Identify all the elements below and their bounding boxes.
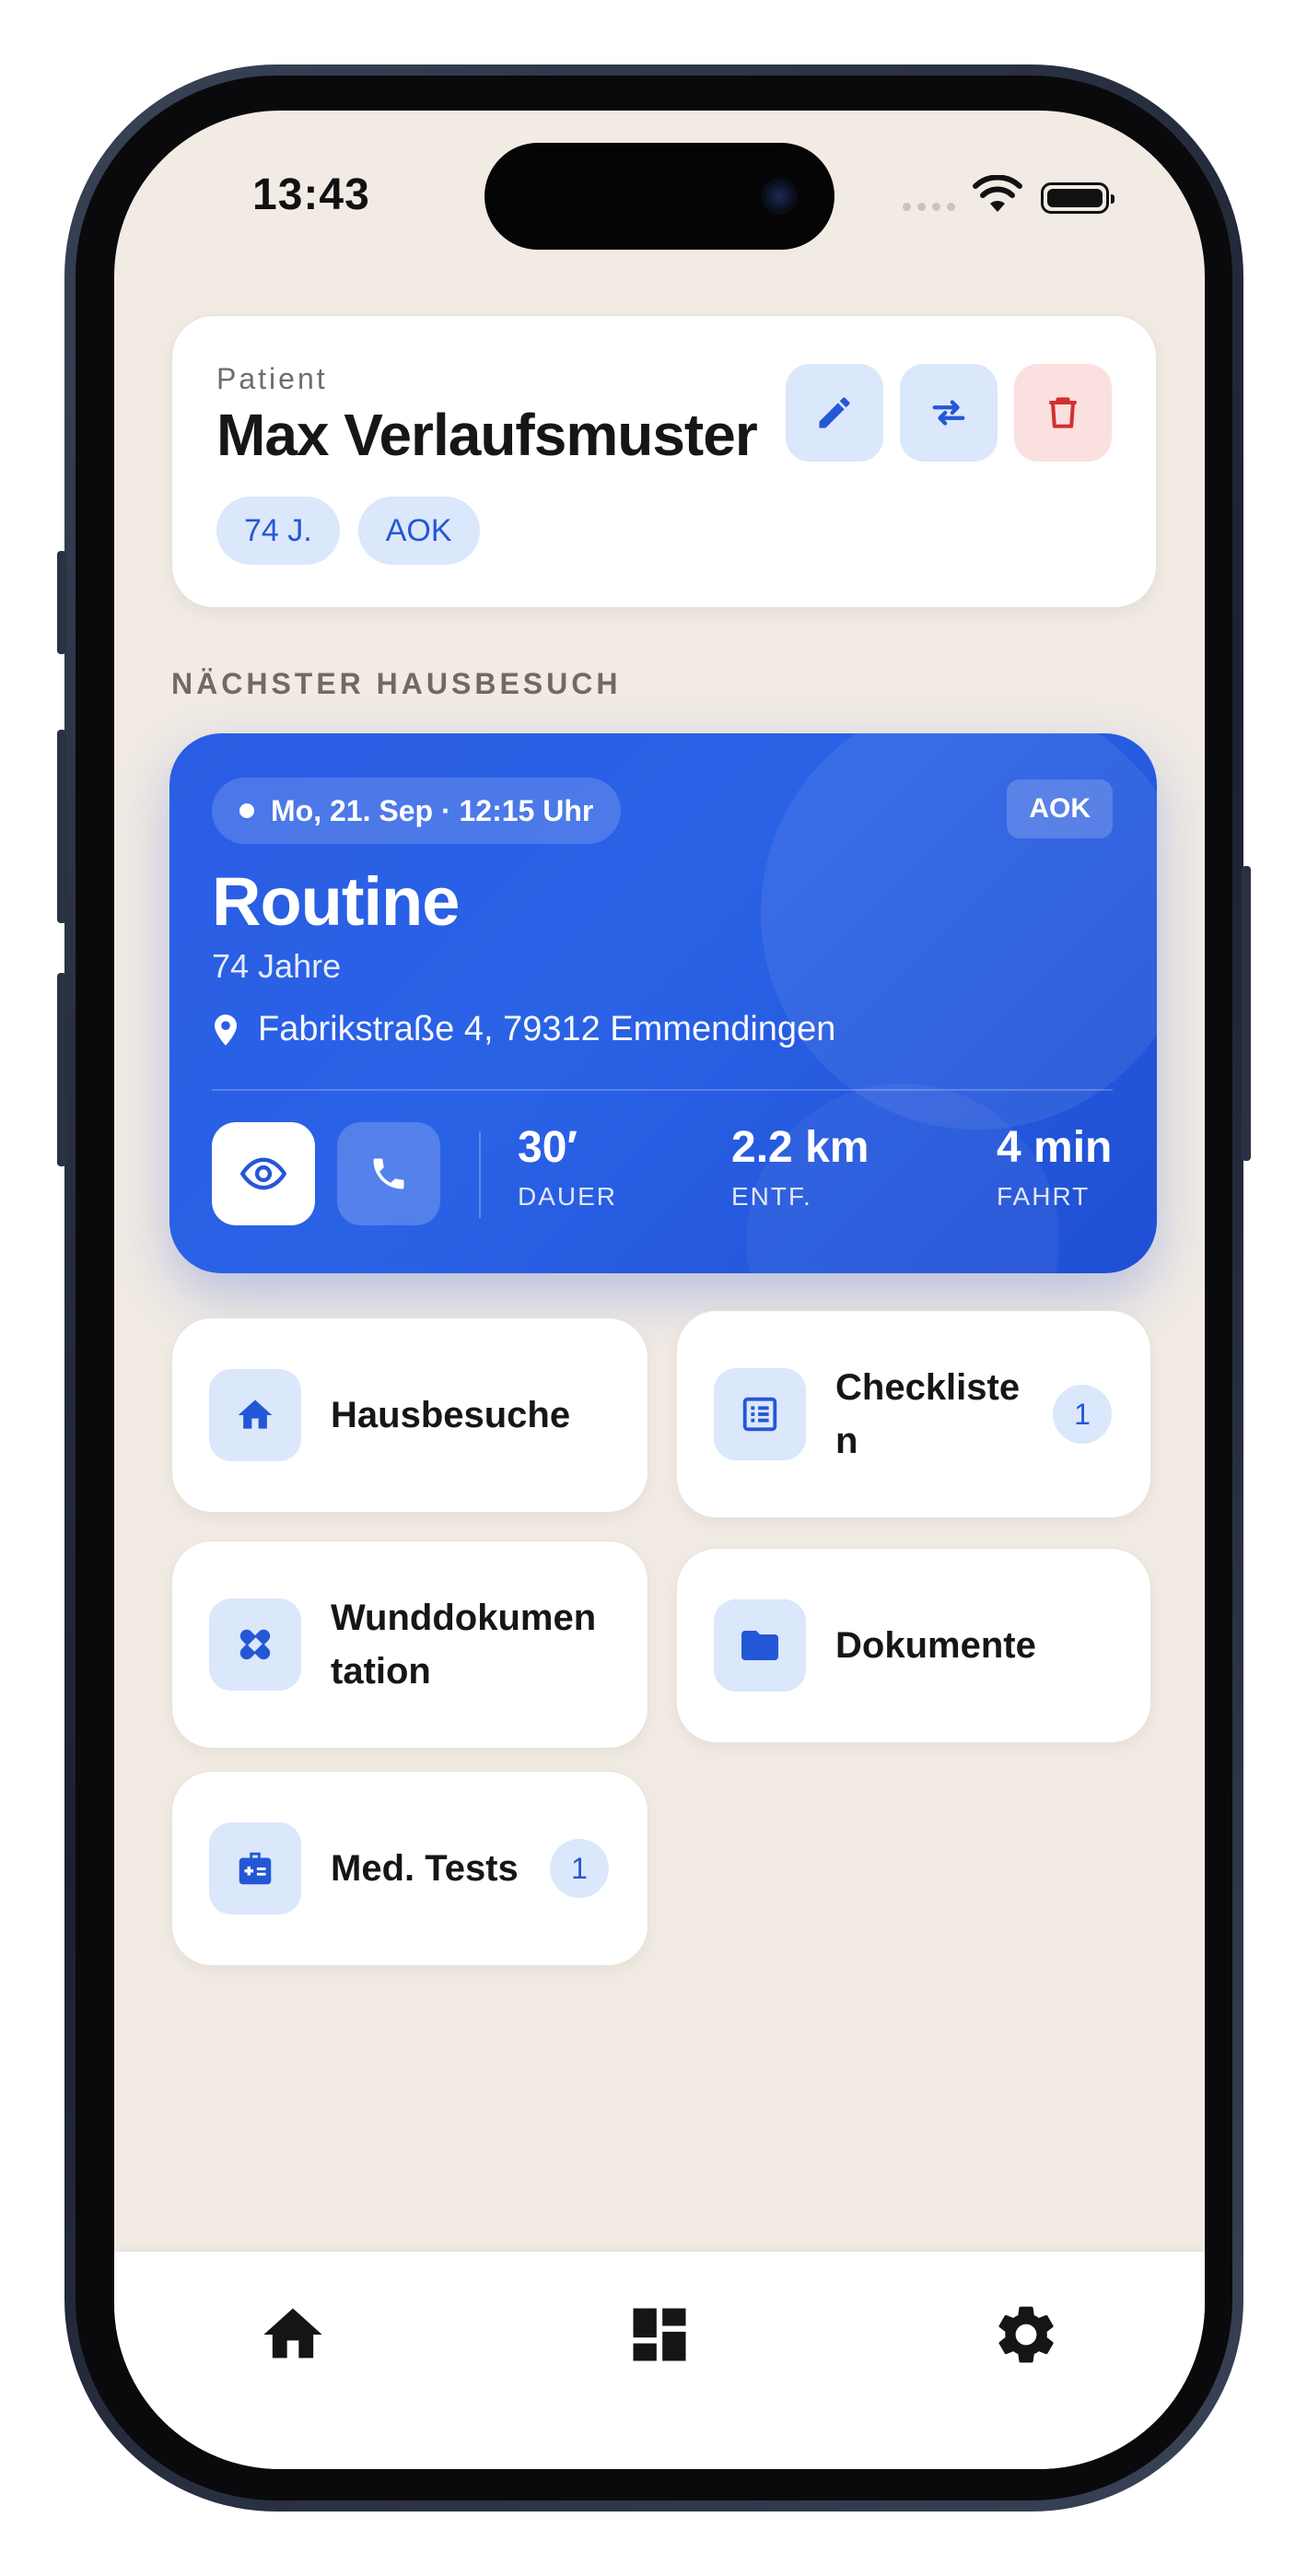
visit-date: Mo, 21. Sep · 12:15 Uhr <box>271 794 594 827</box>
tile-label: Checkliste n <box>835 1367 1021 1461</box>
tab-home[interactable] <box>256 2298 330 2371</box>
tab-bar <box>114 2252 1205 2469</box>
stat-distance: 2.2 km ENTF. <box>731 1123 869 1211</box>
visit-address-text: Fabrikstraße 4, 79312 Emmendingen <box>258 1010 836 1048</box>
delete-patient-button[interactable] <box>1014 364 1112 462</box>
insurance-chip: AOK <box>357 497 480 565</box>
checklist-icon <box>742 1397 777 1432</box>
tile-label: Hausbesuche <box>331 1395 571 1435</box>
tab-dashboard[interactable] <box>623 2298 696 2371</box>
tile-label: Med. Tests <box>331 1848 519 1889</box>
bandage-icon <box>239 1629 271 1660</box>
patient-label: Patient <box>216 362 328 395</box>
patient-card: Patient Max Verlaufsmuster 74 J. AOK <box>171 315 1157 608</box>
edit-patient-button[interactable] <box>786 364 883 462</box>
tile-icon-box <box>714 1368 806 1460</box>
dot-icon <box>239 803 254 818</box>
wifi-icon <box>973 175 1022 212</box>
dashboard-icon <box>633 2308 686 2361</box>
count-badge: 1 <box>550 1839 609 1898</box>
tile-hausbesuche[interactable]: Hausbesuche <box>171 1317 648 1513</box>
age-chip: 74 J. <box>216 497 340 565</box>
status-time: 13:43 <box>252 170 370 219</box>
volume-up-button <box>57 730 66 923</box>
view-visit-button[interactable] <box>212 1122 315 1225</box>
visit-address: Fabrikstraße 4, 79312 Emmendingen <box>212 1010 835 1049</box>
location-pin-icon <box>215 1013 237 1046</box>
camera-icon <box>761 178 798 215</box>
count-badge: 1 <box>1053 1385 1112 1444</box>
tile-icon-box <box>209 1598 301 1691</box>
visit-date-pill: Mo, 21. Sep · 12:15 Uhr <box>212 778 622 844</box>
tile-checklisten[interactable]: Checkliste n 1 <box>676 1310 1151 1518</box>
tile-icon-box <box>209 1822 301 1914</box>
dynamic-island <box>484 143 834 250</box>
tile-label: Wunddokumen tation <box>331 1598 597 1692</box>
swap-icon <box>932 400 965 426</box>
visit-age: 74 Jahre <box>212 947 342 985</box>
tab-settings[interactable] <box>989 2298 1063 2371</box>
section-label-next-visit: NÄCHSTER HAUSBESUCH <box>171 667 622 700</box>
gear-icon <box>998 2306 1054 2363</box>
medical-kit-icon <box>239 1852 272 1885</box>
eye-icon <box>239 1157 287 1190</box>
stat-duration: 30′ DAUER <box>518 1123 618 1211</box>
call-button[interactable] <box>337 1122 440 1225</box>
app-screen: 13:43 Patient Max Verlaufsmuster 74 J. A… <box>114 111 1205 2469</box>
tile-wunddokumentation[interactable]: Wunddokumen tation <box>171 1540 648 1749</box>
tile-label: Dokumente <box>835 1625 1036 1666</box>
volume-down-button <box>57 973 66 1166</box>
battery-icon <box>1041 182 1114 214</box>
phone-icon <box>373 1158 404 1189</box>
power-button <box>1242 866 1251 1161</box>
tile-icon-box <box>209 1369 301 1461</box>
next-visit-card[interactable]: Mo, 21. Sep · 12:15 Uhr AOK Routine 74 J… <box>169 733 1157 1273</box>
trash-icon <box>1049 397 1077 428</box>
home-icon <box>238 1399 273 1429</box>
tile-med-tests[interactable]: Med. Tests 1 <box>171 1771 648 1966</box>
tile-dokumente[interactable]: Dokumente <box>676 1548 1151 1743</box>
tile-icon-box <box>714 1599 806 1692</box>
stat-drive-time: 4 min FAHRT <box>997 1123 1113 1211</box>
pencil-icon <box>819 397 850 428</box>
insurance-badge: AOK <box>1007 779 1113 838</box>
switch-patient-button[interactable] <box>900 364 998 462</box>
home-icon <box>263 2308 322 2359</box>
folder-icon <box>741 1631 778 1660</box>
patient-name: Max Verlaufsmuster <box>216 402 758 468</box>
action-button <box>57 551 66 654</box>
signal-icon <box>903 203 955 211</box>
visit-title: Routine <box>212 863 460 940</box>
